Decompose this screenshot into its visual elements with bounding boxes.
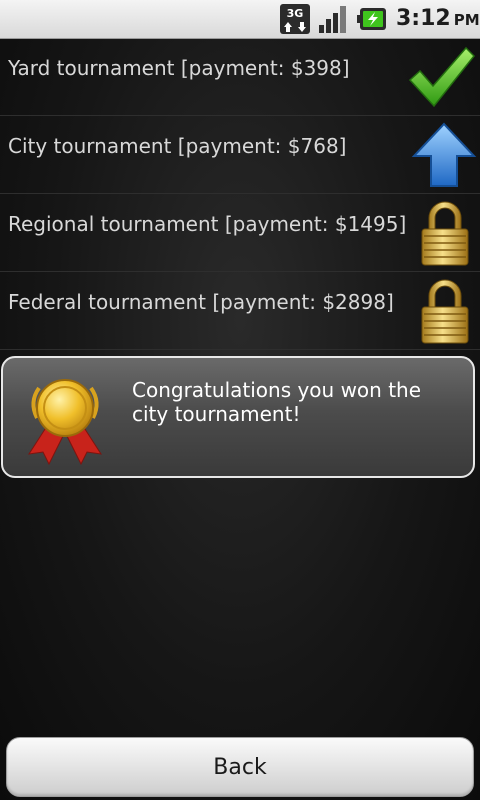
tournament-list: Yard tournament [payment: $398] City tou… [0,38,480,350]
battery-charging-icon [357,8,386,30]
clock-time: 3:12 [396,6,451,31]
padlock-icon [410,198,480,268]
clock-ampm: PM [453,11,480,29]
back-button[interactable]: Back [6,737,474,797]
checkmark-icon [406,42,476,112]
svg-text:3G: 3G [287,7,304,20]
up-arrow-icon [408,120,478,190]
tournament-label: City tournament [payment: $768] [8,134,347,158]
signal-strength-icon [319,6,346,33]
congratulations-panel: Congratulations you won the city tournam… [1,356,475,478]
network-3g-icon: 3G [280,4,310,34]
tournament-row-regional[interactable]: Regional tournament [payment: $1495] [0,194,480,272]
tournament-row-federal[interactable]: Federal tournament [payment: $2898] [0,272,480,350]
status-clock: 3:12 PM [396,3,480,35]
padlock-icon [410,276,480,346]
tournament-label: Yard tournament [payment: $398] [8,56,350,80]
congratulations-message: Congratulations you won the city tournam… [132,378,422,426]
tournament-row-yard[interactable]: Yard tournament [payment: $398] [0,38,480,116]
tournament-row-city[interactable]: City tournament [payment: $768] [0,116,480,194]
tournament-label: Regional tournament [payment: $1495] [8,212,407,236]
tournament-label: Federal tournament [payment: $2898] [8,290,394,314]
status-bar: 3G 3:12 PM [0,0,480,39]
gold-medal-icon [27,379,103,466]
